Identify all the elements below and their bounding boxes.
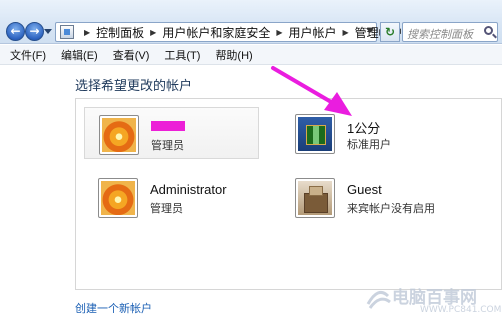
control-panel-icon — [60, 25, 74, 39]
redacted-account-name — [151, 121, 185, 131]
chevron-right-icon[interactable]: ▶ — [150, 28, 156, 37]
menu-tools[interactable]: 工具(T) — [164, 47, 200, 63]
watermark: 电脑百事网 WWW.PC841.COM — [360, 282, 502, 318]
search-input[interactable]: 搜索控制面板 — [402, 22, 498, 42]
menu-edit[interactable]: 编辑(E) — [61, 47, 98, 63]
search-icon[interactable] — [484, 26, 493, 35]
account-picture — [98, 178, 138, 218]
accounts-panel: 管理员 1公分 标准用户 Administrator 管理员 Guest 来宾帐… — [75, 98, 502, 290]
account-tile-guest[interactable]: Guest 来宾帐户没有启用 — [281, 171, 456, 223]
flower-icon — [101, 181, 135, 215]
address-dropdown-icon[interactable] — [366, 28, 374, 33]
back-button[interactable]: ← — [6, 22, 25, 41]
create-account-link[interactable]: 创建一个新帐户 — [75, 300, 152, 316]
menu-bar: 文件(F) 编辑(E) 查看(V) 工具(T) 帮助(H) — [0, 45, 502, 65]
chessboard-icon — [298, 117, 332, 151]
breadcrumb-user-accounts[interactable]: 用户帐户 — [289, 24, 337, 41]
watermark-logo-icon — [366, 290, 391, 309]
account-tile-1gongfen[interactable]: 1公分 标准用户 — [281, 107, 456, 159]
chevron-right-icon[interactable]: ▶ — [276, 28, 282, 37]
account-name: Administrator — [150, 182, 227, 197]
account-picture — [295, 114, 335, 154]
account-type: 管理员 — [150, 203, 183, 215]
account-type: 来宾帐户没有启用 — [347, 203, 435, 215]
refresh-button[interactable]: ↻ — [380, 22, 400, 42]
account-type: 标准用户 — [347, 139, 391, 151]
watermark-url: WWW.PC841.COM — [420, 305, 502, 315]
account-picture — [295, 178, 335, 218]
page-title: 选择希望更改的帐户 — [75, 78, 193, 93]
menu-help[interactable]: 帮助(H) — [215, 47, 252, 63]
chevron-right-icon[interactable]: ▶ — [343, 28, 349, 37]
account-name: Guest — [347, 182, 382, 197]
forward-button[interactable]: → — [25, 22, 44, 41]
recent-pages-dropdown[interactable] — [44, 29, 52, 34]
account-name: 1公分 — [347, 121, 381, 136]
address-bar: ← → ▶ 控制面板 ▶ 用户帐户和家庭安全 ▶ 用户帐户 ▶ 管理帐户 ↻ 搜… — [0, 0, 502, 44]
account-tile-administrator[interactable]: Administrator 管理员 — [84, 171, 259, 223]
breadcrumb-user-accounts-family-safety[interactable]: 用户帐户和家庭安全 — [162, 24, 270, 41]
account-tile-redacted[interactable]: 管理员 — [84, 107, 259, 159]
menu-view[interactable]: 查看(V) — [113, 47, 150, 63]
menu-file[interactable]: 文件(F) — [10, 47, 46, 63]
suitcase-icon — [298, 181, 332, 215]
account-picture — [99, 115, 139, 155]
search-placeholder: 搜索控制面板 — [407, 29, 473, 41]
breadcrumb[interactable]: ▶ 控制面板 ▶ 用户帐户和家庭安全 ▶ 用户帐户 ▶ 管理帐户 — [55, 22, 403, 42]
flower-icon — [102, 118, 136, 152]
chevron-right-icon[interactable]: ▶ — [84, 28, 90, 37]
account-type: 管理员 — [151, 140, 184, 152]
breadcrumb-control-panel[interactable]: 控制面板 — [96, 24, 144, 41]
